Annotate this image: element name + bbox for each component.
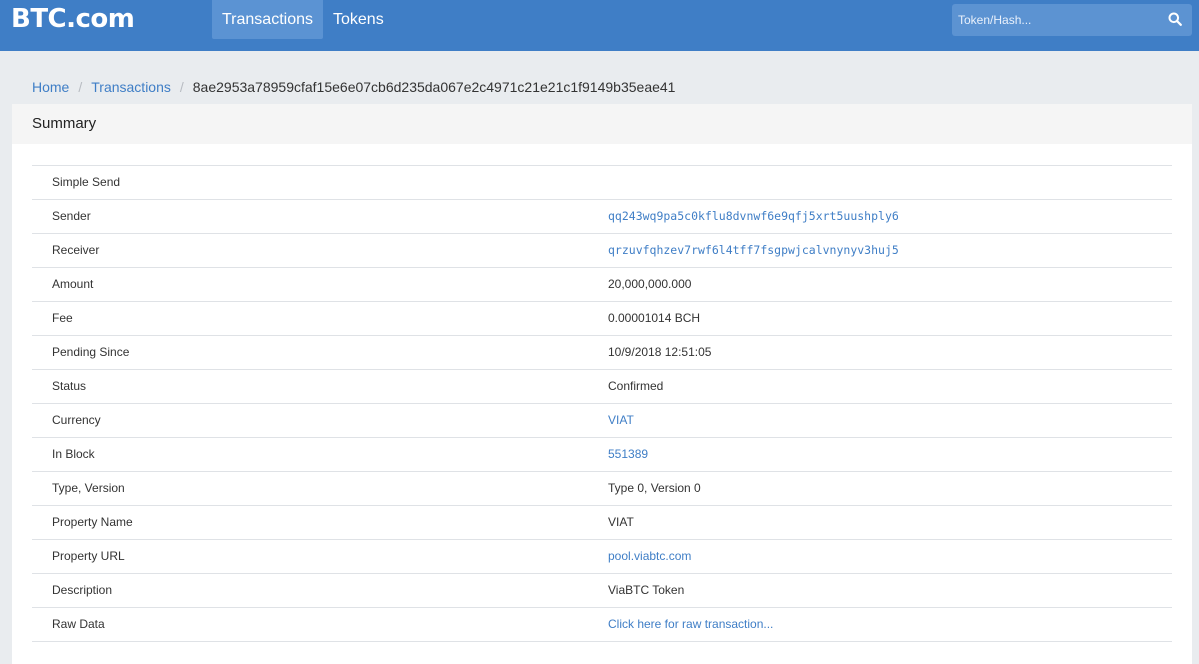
table-row: Simple Send xyxy=(32,166,1172,200)
row-label: Receiver xyxy=(52,243,100,257)
table-row: Amount 20,000,000.000 xyxy=(32,268,1172,302)
receiver-address-link[interactable]: qrzuvfqhzev7rwf6l4tff7fsgpwjcalvnynyv3hu… xyxy=(608,234,899,267)
row-label: Status xyxy=(52,379,87,393)
row-label: Description xyxy=(52,583,113,597)
property-name-value: VIAT xyxy=(608,515,634,529)
row-label: Simple Send xyxy=(52,175,121,189)
table-row: Status Confirmed xyxy=(32,370,1172,404)
nav-tab-tokens[interactable]: Tokens xyxy=(323,0,394,39)
table-row: Property URL pool.viabtc.com xyxy=(32,540,1172,574)
status-value: Confirmed xyxy=(608,379,664,393)
table-row: Pending Since 10/9/2018 12:51:05 xyxy=(32,336,1172,370)
breadcrumb-transactions[interactable]: Transactions xyxy=(91,79,171,95)
main-nav: Transactions Tokens xyxy=(212,0,394,39)
row-label: Type, Version xyxy=(52,481,125,495)
panel-title: Summary xyxy=(12,104,1192,144)
row-label: Fee xyxy=(52,311,73,325)
block-link[interactable]: 551389 xyxy=(608,438,648,471)
table-row: Sender qq243wq9pa5c0kflu8dvnwf6e9qfj5xrt… xyxy=(32,200,1172,234)
row-label: Raw Data xyxy=(52,617,105,631)
table-row: In Block 551389 xyxy=(32,438,1172,472)
breadcrumb-separator: / xyxy=(179,79,184,95)
row-label: Property Name xyxy=(52,515,133,529)
table-row: Currency VIAT xyxy=(32,404,1172,438)
table-row: Property Name VIAT xyxy=(32,506,1172,540)
summary-table: Simple Send Sender qq243wq9pa5c0kflu8dvn… xyxy=(32,165,1172,642)
search-icon xyxy=(1168,12,1182,29)
table-row: Type, Version Type 0, Version 0 xyxy=(32,472,1172,506)
description-value: ViaBTC Token xyxy=(608,583,685,597)
raw-transaction-link[interactable]: Click here for raw transaction... xyxy=(608,608,773,641)
search-button[interactable] xyxy=(1158,4,1192,36)
row-label: Amount xyxy=(52,277,94,291)
type-version-value: Type 0, Version 0 xyxy=(608,481,701,495)
row-label: Pending Since xyxy=(52,345,130,359)
amount-value: 20,000,000.000 xyxy=(608,277,692,291)
search-input[interactable] xyxy=(952,4,1158,36)
nav-tab-transactions[interactable]: Transactions xyxy=(212,0,323,39)
site-logo[interactable]: BTC.com xyxy=(11,4,135,34)
fee-value: 0.00001014 BCH xyxy=(608,311,701,325)
breadcrumb-separator: / xyxy=(78,79,83,95)
row-label: Sender xyxy=(52,209,91,223)
row-label: Property URL xyxy=(52,549,125,563)
breadcrumb: Home / Transactions / 8ae2953a78959cfaf1… xyxy=(32,79,675,95)
table-row: Fee 0.00001014 BCH xyxy=(32,302,1172,336)
summary-panel: Summary Simple Send Sender qq243wq9pa5c0… xyxy=(12,104,1192,664)
table-row: Raw Data Click here for raw transaction.… xyxy=(32,608,1172,642)
property-url-link[interactable]: pool.viabtc.com xyxy=(608,540,691,573)
row-label: In Block xyxy=(52,447,95,461)
table-row: Description ViaBTC Token xyxy=(32,574,1172,608)
sender-address-link[interactable]: qq243wq9pa5c0kflu8dvnwf6e9qfj5xrt5uushpl… xyxy=(608,200,899,233)
breadcrumb-home[interactable]: Home xyxy=(32,79,69,95)
top-navbar: BTC.com Transactions Tokens xyxy=(0,0,1199,51)
search-box xyxy=(952,4,1192,36)
pending-since-value: 10/9/2018 12:51:05 xyxy=(608,345,712,359)
breadcrumb-current-hash: 8ae2953a78959cfaf15e6e07cb6d235da067e2c4… xyxy=(192,79,676,95)
table-row: Receiver qrzuvfqhzev7rwf6l4tff7fsgpwjcal… xyxy=(32,234,1172,268)
row-label: Currency xyxy=(52,413,101,427)
currency-link[interactable]: VIAT xyxy=(608,404,634,437)
